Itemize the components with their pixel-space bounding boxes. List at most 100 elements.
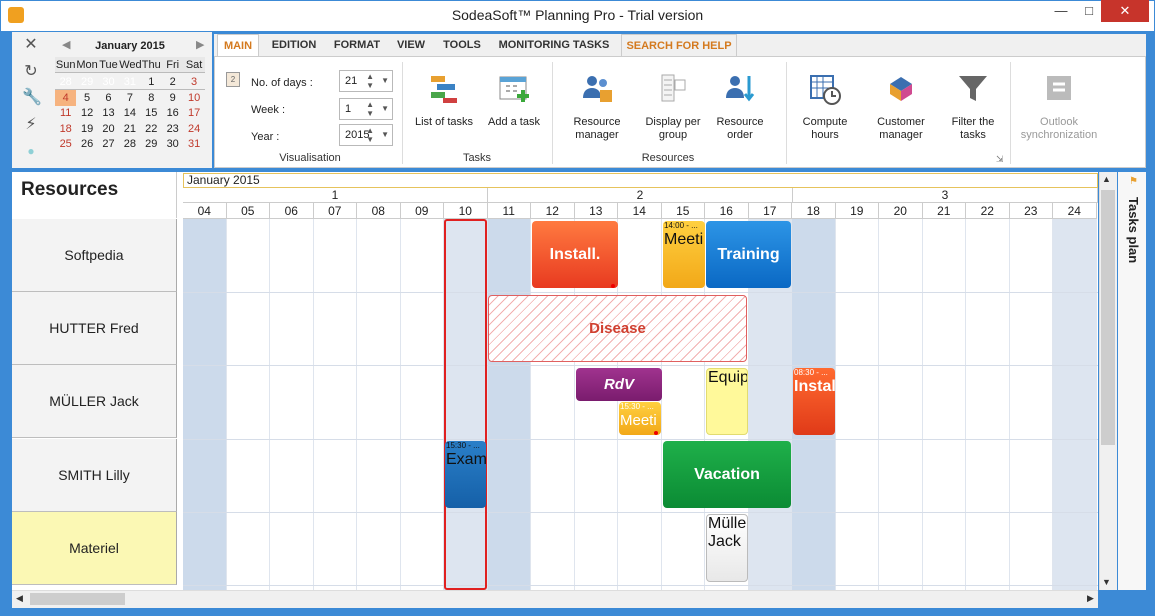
scroll-left-icon[interactable]: ◀: [16, 593, 23, 604]
calendar-day[interactable]: 30: [162, 136, 183, 152]
day-column[interactable]: [183, 219, 227, 590]
calendar-day[interactable]: 27: [98, 136, 119, 152]
add-task-button[interactable]: Add a task: [484, 72, 544, 129]
calendar-day[interactable]: 6: [98, 90, 119, 106]
calendar-day[interactable]: 31: [183, 136, 204, 152]
tab-view[interactable]: VIEW: [390, 34, 432, 56]
task-equip[interactable]: Equip: [706, 368, 748, 435]
tab-tools[interactable]: TOOLS: [436, 34, 488, 56]
day-column[interactable]: [270, 219, 314, 590]
task-training[interactable]: Training: [706, 221, 791, 288]
horizontal-scroll-thumb[interactable]: [30, 593, 125, 605]
close-icon[interactable]: ✕: [22, 36, 40, 54]
calendar-day[interactable]: 9: [162, 90, 183, 106]
calendar-day[interactable]: 4: [55, 89, 77, 106]
tasks-plan-label[interactable]: Tasks plan: [1118, 195, 1146, 315]
calendar-day[interactable]: 30: [98, 74, 119, 90]
calendar-day[interactable]: 10: [183, 90, 204, 106]
calendar-day[interactable]: 15: [141, 105, 162, 121]
plug-icon[interactable]: ⚡: [22, 116, 40, 134]
task-muller-jack[interactable]: Müller Jack: [706, 514, 748, 582]
days-stepper[interactable]: 21 ▲ ▼ ▼: [339, 70, 393, 92]
resource-row-smith-lilly[interactable]: SMITH Lilly: [12, 439, 177, 512]
resource-manager-button[interactable]: Resource manager: [566, 72, 628, 142]
calendar-day[interactable]: 12: [76, 105, 97, 121]
display-per-group-button[interactable]: Display per group: [640, 72, 706, 142]
chevron-down-icon[interactable]: ▼: [381, 125, 389, 145]
task-vacation[interactable]: Vacation: [663, 441, 791, 508]
spin-arrows-icon[interactable]: ▲ ▼: [366, 126, 374, 144]
calendar-day[interactable]: 16: [162, 105, 183, 121]
task-disease[interactable]: Disease: [488, 295, 747, 362]
calendar-day[interactable]: 2: [162, 74, 183, 90]
tab-format[interactable]: FORMAT: [328, 34, 386, 56]
calendar-day[interactable]: 23: [162, 121, 183, 137]
day-column[interactable]: [401, 219, 444, 590]
wrench-icon[interactable]: 🔧: [22, 89, 42, 107]
filter-tasks-button[interactable]: Filter the tasks: [946, 72, 1000, 142]
spin-arrows-icon[interactable]: ▲ ▼: [366, 100, 374, 118]
calendar-day[interactable]: 29: [76, 74, 97, 90]
calendar-day[interactable]: 25: [55, 136, 76, 152]
refresh-icon[interactable]: ↻: [22, 63, 40, 81]
spin-arrows-icon[interactable]: ▲ ▼: [366, 72, 374, 90]
scroll-up-icon[interactable]: ▲: [1102, 174, 1111, 184]
calendar-day[interactable]: 18: [55, 121, 76, 137]
chevron-down-icon[interactable]: ▼: [381, 71, 389, 91]
outlook-sync-button[interactable]: Outlook synchronization: [1018, 72, 1100, 142]
day-column[interactable]: [1010, 219, 1053, 590]
day-column[interactable]: [357, 219, 401, 590]
day-column[interactable]: [227, 219, 270, 590]
calendar-day[interactable]: 21: [119, 121, 140, 137]
vertical-scroll-thumb[interactable]: [1101, 190, 1115, 445]
task-rdv[interactable]: RdV: [576, 368, 662, 401]
task-install-2[interactable]: 08:30 - ... Instal: [793, 368, 835, 435]
week-stepper[interactable]: 1 ▲ ▼ ▼: [339, 98, 393, 120]
list-of-tasks-button[interactable]: List of tasks: [410, 72, 478, 129]
calendar-prev-icon[interactable]: ◀: [62, 38, 70, 51]
calendar-day[interactable]: 14: [119, 105, 140, 121]
customer-manager-button[interactable]: Customer manager: [872, 72, 930, 142]
tab-edition[interactable]: EDITION: [264, 34, 324, 56]
calendar-day[interactable]: 22: [141, 121, 162, 137]
ribbon-expand-icon[interactable]: ⇲: [996, 154, 1004, 165]
tab-main[interactable]: MAIN: [217, 34, 259, 56]
task-meeting[interactable]: 14:00 - ... Meeti: [663, 221, 705, 288]
selected-day-column[interactable]: [444, 219, 487, 590]
day-column[interactable]: [836, 219, 879, 590]
calendar-day[interactable]: 17: [183, 105, 204, 121]
day-column[interactable]: [879, 219, 923, 590]
calendar-day[interactable]: 5: [76, 90, 97, 106]
calendar-day[interactable]: 28: [119, 136, 140, 152]
calendar-day[interactable]: 8: [141, 90, 162, 106]
calendar-next-icon[interactable]: ▶: [196, 38, 204, 51]
calendar-day[interactable]: 3: [183, 74, 204, 90]
horizontal-scrollbar[interactable]: [12, 590, 1098, 608]
tab-search-for-help[interactable]: SEARCH FOR HELP: [621, 34, 737, 56]
calendar-day[interactable]: 20: [98, 121, 119, 137]
day-column[interactable]: [923, 219, 966, 590]
resource-row-materiel[interactable]: Materiel: [12, 512, 177, 585]
calendar-day[interactable]: 1: [141, 74, 162, 90]
calendar-day[interactable]: 7: [119, 90, 140, 106]
tab-monitoring-tasks[interactable]: MONITORING TASKS: [492, 34, 616, 56]
calendar-day[interactable]: 11: [55, 105, 76, 121]
resource-row-hutter-fred[interactable]: HUTTER Fred: [12, 292, 177, 365]
day-column[interactable]: [966, 219, 1010, 590]
resource-row-softpedia[interactable]: Softpedia: [12, 219, 177, 292]
task-exam[interactable]: 15:30 - ... Exam: [445, 441, 486, 508]
close-window-button[interactable]: ✕: [1101, 0, 1149, 22]
day-column[interactable]: [487, 219, 531, 590]
calendar-day[interactable]: 13: [98, 105, 119, 121]
resource-row-muller-jack[interactable]: MÜLLER Jack: [12, 365, 177, 438]
calendar-day[interactable]: 31: [119, 74, 140, 90]
calendar-day[interactable]: 19: [76, 121, 97, 137]
day-column[interactable]: [1053, 219, 1097, 590]
resource-order-button[interactable]: Resource order: [712, 72, 768, 142]
calendar-day[interactable]: 24: [183, 121, 204, 137]
compute-hours-button[interactable]: Compute hours: [798, 72, 852, 142]
scroll-down-icon[interactable]: ▼: [1102, 577, 1111, 587]
day-column[interactable]: [314, 219, 357, 590]
calendar-day[interactable]: 26: [76, 136, 97, 152]
chevron-down-icon[interactable]: ▼: [381, 99, 389, 119]
